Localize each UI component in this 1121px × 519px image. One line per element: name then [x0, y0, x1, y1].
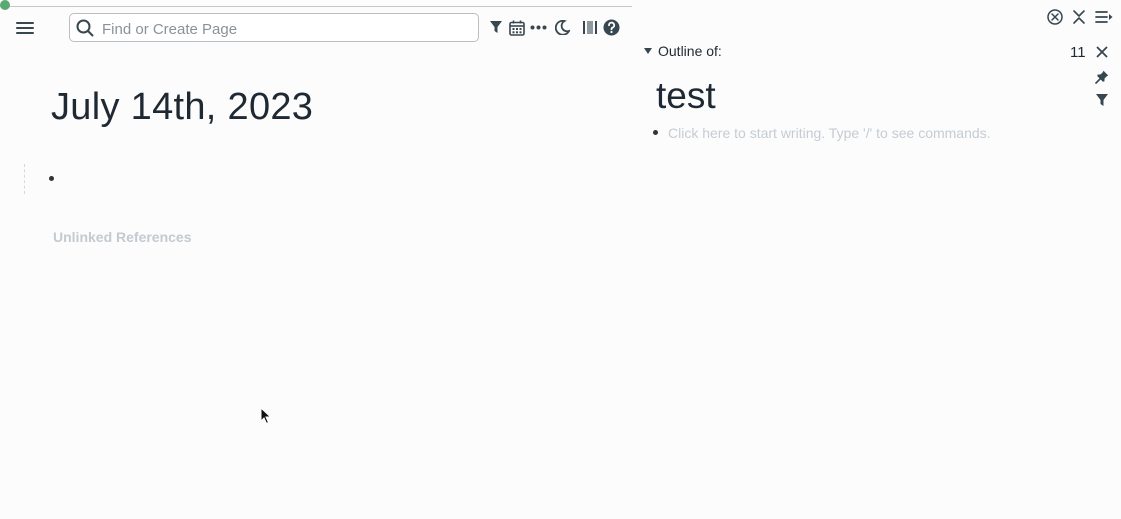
collapse-all-icon[interactable] [1070, 8, 1088, 26]
outline-count: 11 [1070, 44, 1086, 61]
more-icon[interactable] [529, 19, 547, 36]
help-icon[interactable] [603, 19, 620, 36]
mouse-cursor-icon [260, 406, 272, 425]
unlinked-references-toggle[interactable]: Unlinked References [53, 229, 192, 245]
empty-block-placeholder[interactable]: Click here to start writing. Type '/' to… [668, 125, 991, 141]
block-guide-line [24, 164, 25, 194]
outline-label: Outline of: [658, 43, 722, 59]
outline-page-title[interactable]: test [656, 75, 716, 117]
calendar-icon[interactable] [508, 19, 525, 36]
filter-icon[interactable] [1094, 92, 1110, 108]
search-box[interactable] [69, 13, 479, 42]
menu-icon[interactable] [1094, 8, 1114, 26]
menu-icon[interactable] [14, 18, 36, 38]
page-title[interactable]: July 14th, 2023 [51, 86, 313, 129]
search-input[interactable] [100, 18, 474, 40]
caret-down-icon[interactable] [642, 45, 654, 57]
close-icon[interactable] [1094, 44, 1110, 60]
search-icon [76, 19, 94, 37]
close-all-icon[interactable] [1046, 8, 1064, 26]
right-sidebar: Outline of: 11 test Click here to start … [632, 0, 1121, 519]
block-bullet[interactable] [653, 130, 658, 135]
main-panel: July 14th, 2023 Unlinked References [0, 0, 632, 519]
filter-icon[interactable] [488, 19, 504, 35]
moon-icon[interactable] [554, 19, 570, 36]
block-bullet[interactable] [49, 176, 54, 181]
sync-status-dot [0, 0, 10, 10]
pin-icon[interactable] [1094, 69, 1110, 85]
sidebar-toggle-icon[interactable] [582, 19, 599, 36]
